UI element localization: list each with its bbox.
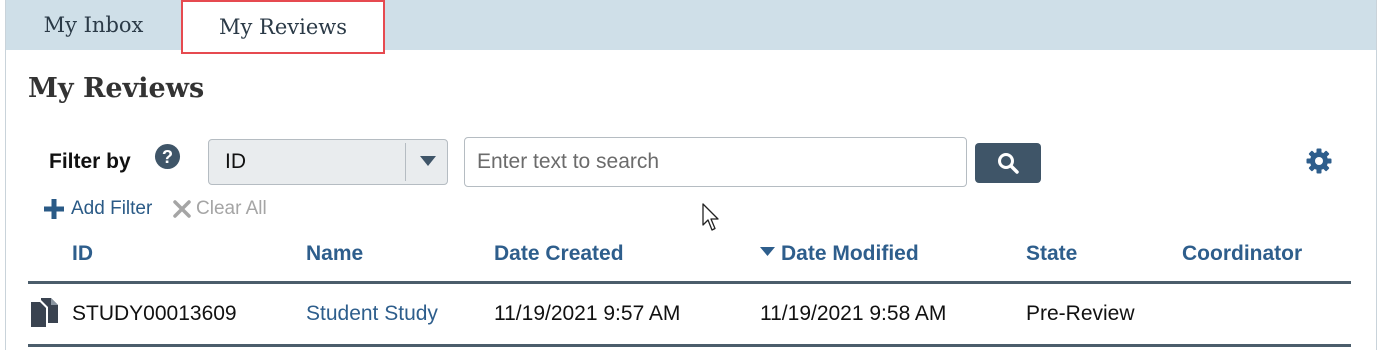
clear-all-button[interactable]: Clear All — [173, 196, 267, 222]
select-divider — [405, 143, 406, 181]
document-icon — [31, 298, 58, 327]
tab-my-inbox[interactable]: My Inbox — [6, 0, 181, 50]
row-date-created: 11/19/2021 9:57 AM — [494, 302, 681, 325]
column-header-id[interactable]: ID — [72, 242, 93, 266]
close-icon — [173, 200, 191, 218]
filter-field-select[interactable]: ID — [208, 139, 448, 185]
svg-text:?: ? — [162, 146, 173, 167]
gear-icon[interactable] — [1305, 147, 1333, 175]
column-header-state[interactable]: State — [1026, 242, 1077, 266]
search-input[interactable] — [464, 137, 967, 187]
row-state: Pre-Review — [1026, 302, 1135, 325]
help-icon[interactable]: ? — [154, 143, 181, 170]
column-header-date-modified-label: Date Modified — [781, 242, 919, 265]
tab-my-reviews[interactable]: My Reviews — [181, 0, 385, 54]
filter-field-value: ID — [225, 150, 246, 173]
table-row-rule — [28, 344, 1351, 347]
mouse-cursor-icon — [702, 203, 719, 231]
column-header-date-modified[interactable]: Date Modified — [760, 242, 919, 266]
sort-desc-icon — [760, 247, 775, 257]
page-title: My Reviews — [28, 73, 205, 104]
clear-all-label: Clear All — [196, 198, 267, 219]
row-id: STUDY00013609 — [72, 302, 237, 325]
plus-icon — [44, 199, 64, 219]
chevron-down-icon — [420, 156, 436, 166]
row-date-modified: 11/19/2021 9:58 AM — [760, 302, 947, 325]
add-filter-label: Add Filter — [71, 198, 153, 219]
column-header-coordinator[interactable]: Coordinator — [1182, 242, 1302, 266]
row-name-link[interactable]: Student Study — [306, 302, 438, 326]
search-button[interactable] — [975, 143, 1041, 183]
filter-by-label: Filter by — [49, 150, 131, 173]
search-icon — [998, 153, 1019, 174]
column-header-date-created[interactable]: Date Created — [494, 242, 624, 266]
table-header-rule — [28, 281, 1351, 284]
add-filter-button[interactable]: Add Filter — [43, 196, 152, 222]
column-header-name[interactable]: Name — [306, 242, 363, 266]
